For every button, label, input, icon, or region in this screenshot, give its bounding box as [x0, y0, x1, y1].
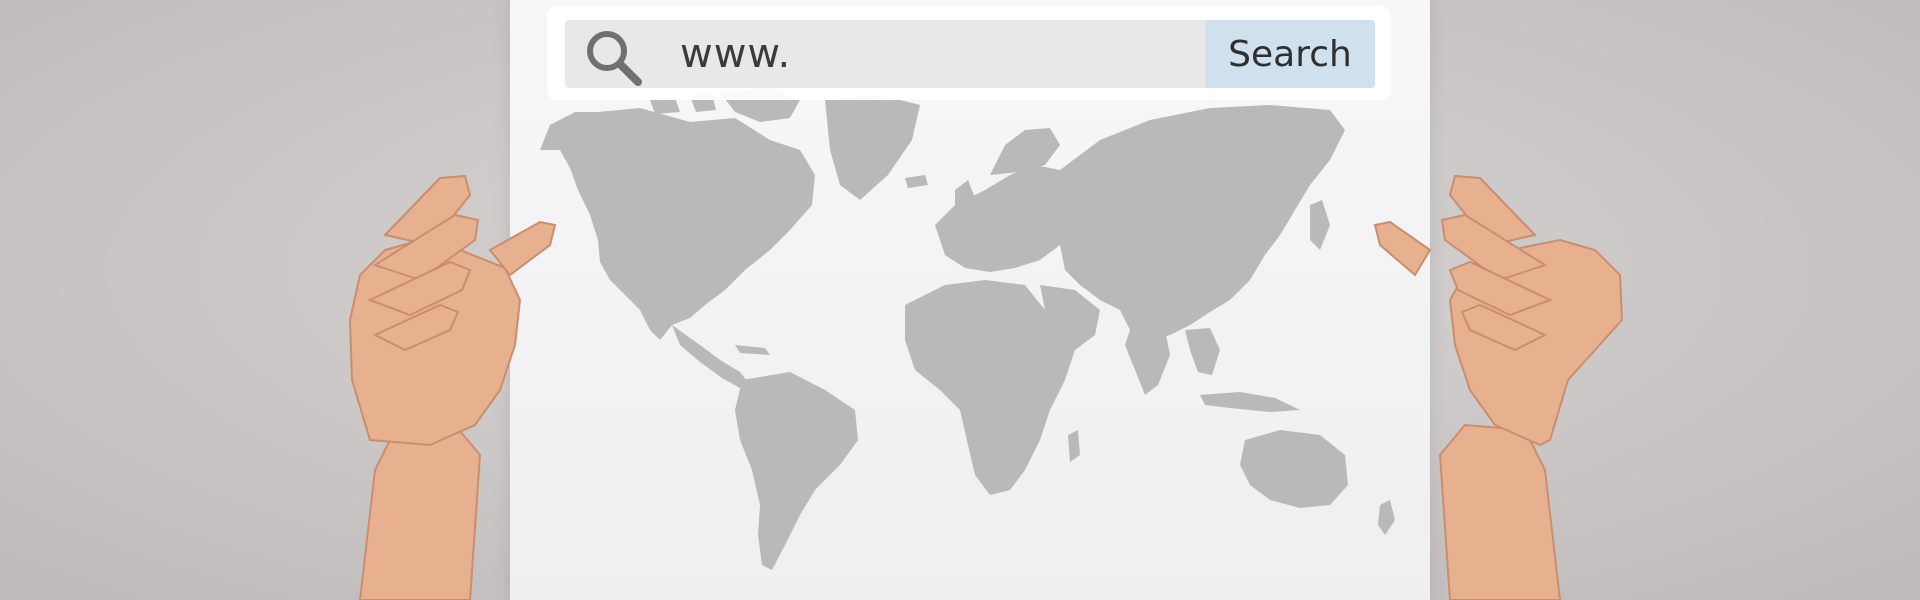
scene: www. Search: [0, 0, 1920, 600]
search-input[interactable]: www.: [565, 20, 1205, 88]
right-hand: [1373, 174, 1624, 600]
indian-subcontinent: [1125, 330, 1170, 395]
magnifying-glass-icon: [583, 27, 645, 89]
southeast-asia: [1185, 328, 1220, 375]
indonesia: [1200, 392, 1300, 412]
left-hand: [348, 174, 557, 600]
continent-south-america: [735, 372, 858, 570]
japan: [1310, 200, 1330, 250]
search-url-text: www.: [680, 31, 792, 77]
continent-north-america: [560, 108, 815, 340]
continent-australia: [1240, 430, 1348, 508]
continent-asia: [1060, 105, 1345, 340]
search-button[interactable]: Search: [1205, 20, 1375, 88]
continent-greenland: [825, 95, 920, 200]
continent-central-america: [672, 325, 750, 388]
